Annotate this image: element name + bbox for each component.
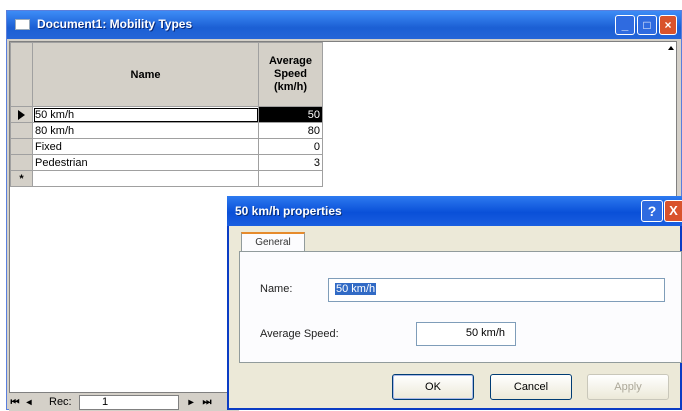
window-titlebar[interactable]: Document1: Mobility Types _ □ × bbox=[7, 11, 681, 39]
cancel-button[interactable]: Cancel bbox=[490, 374, 572, 400]
row-selector[interactable] bbox=[10, 122, 33, 139]
new-record-icon: * bbox=[10, 170, 33, 187]
maximize-icon: □ bbox=[643, 18, 651, 32]
dialog-close-button[interactable]: X bbox=[664, 200, 682, 222]
document-icon bbox=[15, 19, 30, 30]
row-selector[interactable] bbox=[10, 154, 33, 171]
table-row[interactable]: Pedestrian 3 bbox=[10, 154, 323, 171]
row-selector[interactable] bbox=[10, 138, 33, 155]
corner-selector[interactable] bbox=[10, 42, 33, 107]
mobility-types-table: Name Average Speed (km/h) 50 km/h 50 80 … bbox=[10, 42, 323, 187]
name-label: Name: bbox=[260, 283, 293, 295]
cell-speed[interactable]: 80 bbox=[258, 122, 323, 139]
new-record-row[interactable]: * bbox=[10, 170, 323, 187]
average-speed-input[interactable]: 50 km/h bbox=[416, 322, 516, 346]
help-button[interactable]: ? bbox=[641, 200, 663, 222]
column-header-name[interactable]: Name bbox=[32, 42, 259, 107]
tab-general[interactable]: General bbox=[241, 232, 305, 252]
minimize-icon: _ bbox=[621, 18, 629, 32]
close-icon: × bbox=[664, 18, 672, 32]
record-number-input[interactable]: 1 bbox=[79, 395, 179, 410]
table-row[interactable]: 50 km/h 50 bbox=[10, 106, 323, 123]
window-title: Document1: Mobility Types bbox=[37, 17, 193, 31]
cell-speed-new[interactable] bbox=[258, 170, 323, 187]
close-icon: X bbox=[669, 203, 678, 218]
close-window-button[interactable]: × bbox=[659, 15, 677, 35]
next-record-button[interactable]: ▸ bbox=[185, 396, 197, 410]
cell-speed[interactable]: 50 bbox=[258, 106, 323, 123]
first-record-button[interactable]: ⏮ bbox=[9, 396, 21, 410]
column-header-speed[interactable]: Average Speed (km/h) bbox=[258, 42, 323, 107]
table-header-row: Name Average Speed (km/h) bbox=[10, 42, 323, 107]
table-row[interactable]: Fixed 0 bbox=[10, 138, 323, 155]
cell-name-new[interactable] bbox=[32, 170, 259, 187]
average-speed-label: Average Speed: bbox=[260, 328, 339, 340]
maximize-button[interactable]: □ bbox=[637, 15, 657, 35]
cell-name[interactable]: 50 km/h bbox=[32, 106, 259, 123]
cell-speed[interactable]: 3 bbox=[258, 154, 323, 171]
previous-record-button[interactable]: ◂ bbox=[23, 396, 35, 410]
current-record-icon bbox=[18, 109, 25, 120]
record-navigator: ⏮ ◂ Rec: 1 ▸ ⏭ bbox=[9, 395, 239, 411]
help-icon: ? bbox=[647, 203, 657, 219]
minimize-button[interactable]: _ bbox=[615, 15, 635, 35]
name-input[interactable]: 50 km/h bbox=[328, 278, 665, 302]
record-label: Rec: bbox=[49, 396, 72, 408]
general-tab-panel: Name: 50 km/h Average Speed: 50 km/h bbox=[239, 251, 682, 363]
cell-name[interactable]: Pedestrian bbox=[32, 154, 259, 171]
apply-button[interactable]: Apply bbox=[587, 374, 669, 400]
ok-button[interactable]: OK bbox=[392, 374, 474, 400]
cell-name[interactable]: 80 km/h bbox=[32, 122, 259, 139]
dialog-titlebar[interactable]: 50 km/h properties ? X bbox=[227, 196, 682, 226]
cell-speed[interactable]: 0 bbox=[258, 138, 323, 155]
table-row[interactable]: 80 km/h 80 bbox=[10, 122, 323, 139]
properties-dialog: 50 km/h properties ? X General Name: 50 … bbox=[227, 196, 682, 410]
row-selector-current[interactable] bbox=[10, 106, 33, 123]
last-record-button[interactable]: ⏭ bbox=[201, 396, 213, 410]
scroll-up-arrow-icon[interactable] bbox=[668, 46, 674, 50]
cell-name[interactable]: Fixed bbox=[32, 138, 259, 155]
dialog-title: 50 km/h properties bbox=[235, 204, 342, 218]
name-input-selected-text: 50 km/h bbox=[335, 283, 377, 295]
